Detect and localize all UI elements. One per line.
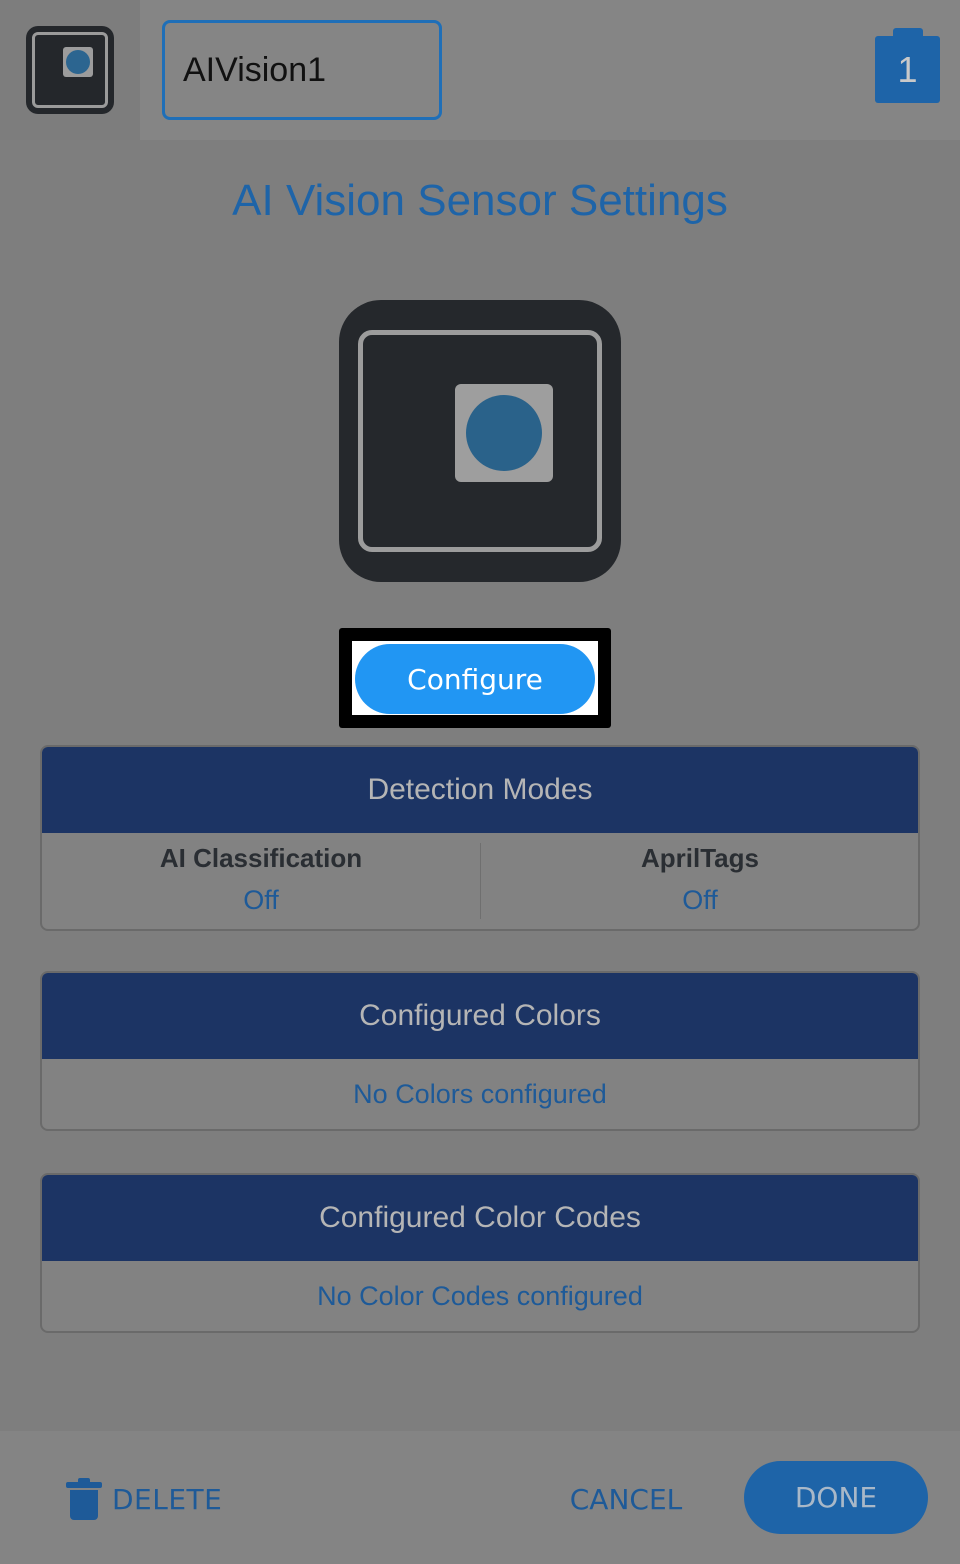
detection-modes-panel: Detection Modes AI Classification Off Ap… [40, 745, 920, 931]
detection-modes-row: AI Classification Off AprilTags Off [42, 833, 918, 929]
mode-ai-classification[interactable]: AI Classification Off [42, 833, 480, 929]
mode-value: Off [682, 885, 718, 915]
dialog-header: 1 [0, 0, 960, 140]
trash-icon [66, 1478, 102, 1520]
camera-lens-icon [66, 50, 90, 74]
detection-modes-header: Detection Modes [42, 747, 918, 833]
dialog-footer: DELETE CANCEL DONE [0, 1431, 960, 1564]
device-icon-cell [0, 0, 140, 140]
configured-colors-header: Configured Colors [42, 973, 918, 1059]
mode-label: AprilTags [641, 843, 759, 873]
ai-vision-settings-dialog: 1 AI Vision Sensor Settings Configure De… [0, 0, 960, 1564]
ai-vision-sensor-image [339, 300, 621, 582]
delete-label: DELETE [112, 1482, 223, 1516]
configured-color-codes-header: Configured Color Codes [42, 1175, 918, 1261]
ai-vision-sensor-icon [26, 26, 114, 114]
port-number: 1 [897, 49, 918, 90]
configured-colors-panel: Configured Colors No Colors configured [40, 971, 920, 1131]
done-button[interactable]: DONE [744, 1461, 928, 1534]
mode-label: AI Classification [159, 843, 363, 873]
cancel-button[interactable]: CANCEL [556, 1467, 696, 1531]
configure-button[interactable]: Configure [355, 644, 595, 714]
page-title: AI Vision Sensor Settings [232, 176, 728, 225]
delete-button[interactable]: DELETE [66, 1471, 222, 1527]
device-name-input[interactable] [162, 20, 442, 120]
camera-lens-icon [466, 395, 542, 471]
configured-color-codes-panel: Configured Color Codes No Color Codes co… [40, 1173, 920, 1333]
port-badge[interactable]: 1 [875, 28, 940, 103]
mode-value: Off [243, 885, 279, 915]
mode-apriltags[interactable]: AprilTags Off [481, 833, 918, 929]
configured-colors-empty-text: No Colors configured [353, 1079, 607, 1109]
configured-color-codes-empty-text: No Color Codes configured [317, 1281, 643, 1311]
